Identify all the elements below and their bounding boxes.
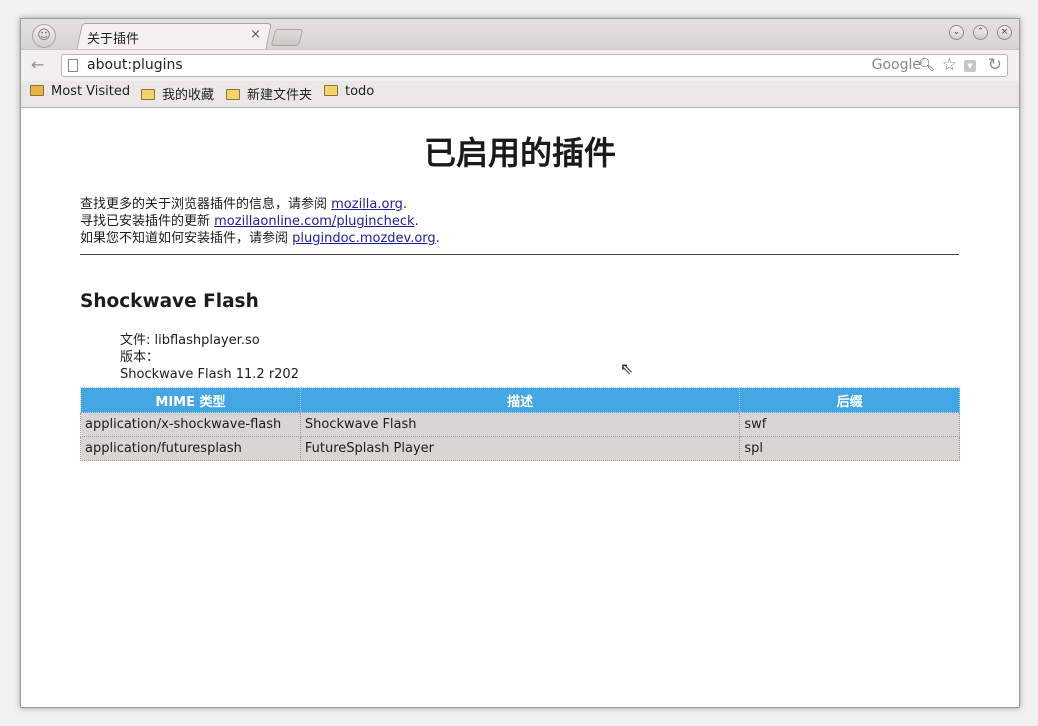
new-tab-button[interactable] <box>270 29 304 46</box>
reload-icon[interactable]: ↻ <box>988 55 1002 75</box>
navigation-bar: ← about:plugins Google 🔍︎ ☆ ▼ ↻ <box>21 49 1019 81</box>
bookmark-label: Most Visited <box>51 84 131 99</box>
folder-icon <box>226 89 240 100</box>
plugin-file: 文件: libflashplayer.so <box>120 333 260 348</box>
tab-strip: ☺ 关于插件 × ⌄ ⌃ × <box>21 19 1019 51</box>
bookmark-folder-todo[interactable]: todo <box>324 84 374 99</box>
link-plugincheck[interactable]: mozillaonline.com/plugincheck <box>214 214 414 229</box>
table-cell: application/futuresplash <box>80 436 301 461</box>
info-line: 如果您不知道如何安装插件，请参阅 plugindoc.mozdev.org. <box>80 231 440 246</box>
link-plugindoc[interactable]: plugindoc.mozdev.org <box>292 231 436 246</box>
bookmark-label: 我的收藏 <box>162 88 215 103</box>
search-icon[interactable]: 🔍︎ <box>918 58 935 73</box>
dropdown-icon[interactable]: ▼ <box>964 60 976 72</box>
info-paragraph: 查找更多的关于浏览器插件的信息，请参阅 mozilla.org. 寻找已安装插件… <box>80 196 440 247</box>
column-header-suffix: 后缀 <box>739 387 960 413</box>
browser-window: ☺ 关于插件 × ⌄ ⌃ × ← about:plugins Google 🔍︎… <box>20 18 1020 708</box>
link-mozilla[interactable]: mozilla.org <box>331 197 403 212</box>
mouse-cursor-icon: ⇖ <box>620 359 634 378</box>
bookmark-most-visited[interactable]: Most Visited <box>30 84 130 99</box>
column-header-mime: MIME 类型 <box>80 387 301 413</box>
bookmark-label: 新建文件夹 <box>247 88 313 103</box>
table-cell: swf <box>739 412 960 437</box>
url-text[interactable]: about:plugins <box>87 57 183 73</box>
maximize-button[interactable]: ⌃ <box>973 25 988 40</box>
info-line: 查找更多的关于浏览器插件的信息，请参阅 mozilla.org. <box>80 197 407 212</box>
plugin-description: Shockwave Flash 11.2 r202 <box>120 367 299 382</box>
close-window-button[interactable]: × <box>997 25 1012 40</box>
table-row: application/x-shockwave-flash Shockwave … <box>80 412 960 437</box>
url-bar[interactable]: about:plugins Google 🔍︎ ☆ ▼ ↻ <box>61 54 1008 77</box>
minimize-button[interactable]: ⌄ <box>949 25 964 40</box>
star-icon[interactable]: ☆ <box>942 55 957 75</box>
tab-title: 关于插件 <box>87 32 140 47</box>
table-cell: spl <box>739 436 960 461</box>
table-cell: FutureSplash Player <box>299 436 741 461</box>
bookmark-folder-favorites[interactable]: 我的收藏 <box>141 84 214 103</box>
plugin-version-label: 版本： <box>120 350 160 365</box>
table-header-row: MIME 类型 描述 后缀 <box>80 387 960 413</box>
table-cell: application/x-shockwave-flash <box>80 412 301 437</box>
back-arrow-icon[interactable]: ← <box>31 55 44 74</box>
bookmark-folder-new[interactable]: 新建文件夹 <box>226 84 312 103</box>
app-menu-button[interactable]: ☺ <box>32 24 56 48</box>
tab-active[interactable]: 关于插件 × <box>79 23 269 50</box>
table-row: application/futuresplash FutureSplash Pl… <box>80 436 960 461</box>
info-line: 寻找已安装插件的更新 mozillaonline.com/plugincheck… <box>80 214 419 229</box>
folder-icon <box>324 85 338 96</box>
tab-close-icon[interactable]: × <box>250 27 261 42</box>
bookmark-label: todo <box>345 84 375 99</box>
page-content: 已启用的插件 查找更多的关于浏览器插件的信息，请参阅 mozilla.org. … <box>21 108 1019 707</box>
page-icon <box>68 59 78 72</box>
folder-icon <box>141 89 155 100</box>
divider <box>80 254 959 255</box>
plugin-details: 文件: libflashplayer.so 版本： Shockwave Flas… <box>120 332 299 383</box>
search-engine-label[interactable]: Google <box>872 57 921 73</box>
mime-table: MIME 类型 描述 后缀 application/x-shockwave-fl… <box>80 387 960 461</box>
page-title: 已启用的插件 <box>423 134 616 172</box>
bookmarks-toolbar: Most Visited 我的收藏 新建文件夹 todo <box>21 81 1019 108</box>
most-visited-folder-icon <box>30 85 44 96</box>
column-header-description: 描述 <box>299 387 741 413</box>
table-cell: Shockwave Flash <box>299 412 741 437</box>
plugin-name: Shockwave Flash <box>80 291 259 312</box>
